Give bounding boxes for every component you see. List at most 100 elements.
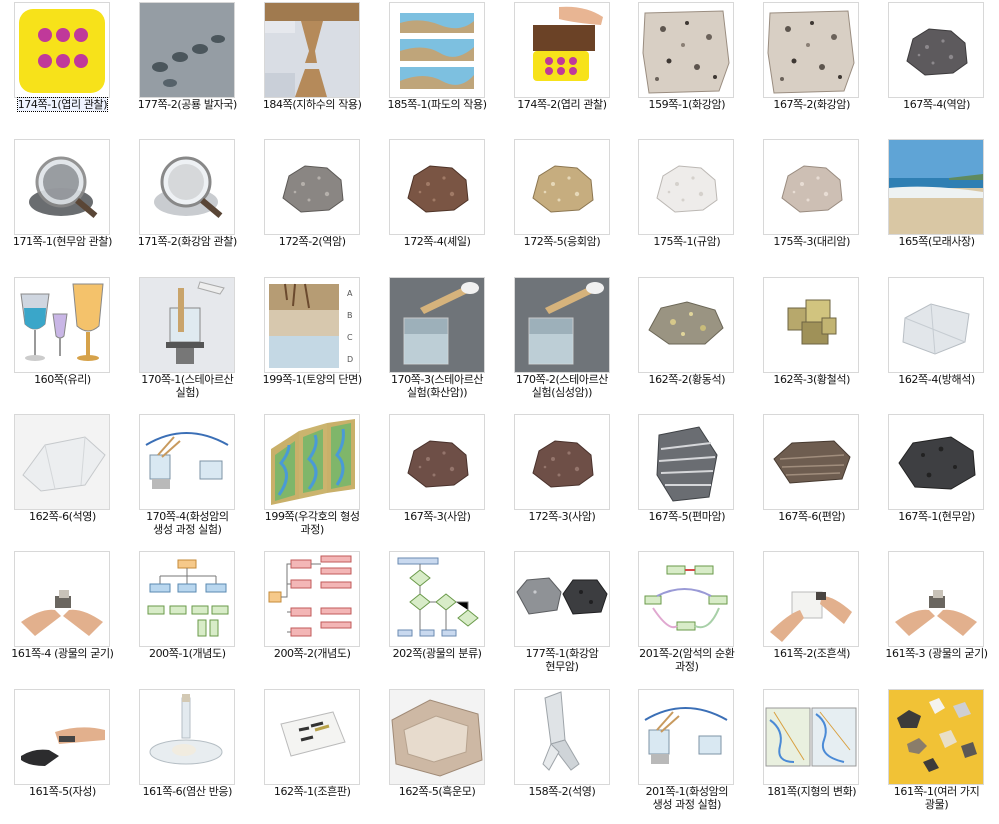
gallery-item[interactable]: 162쪽-1(조흔판) [250,687,375,824]
thumbnail-image[interactable] [763,413,860,510]
gallery-item[interactable]: 170쪽-3(스테아르산 실험(화산암)) [375,275,500,412]
thumbnail-image[interactable] [14,2,110,98]
thumbnail-caption[interactable]: 171쪽-1(현무암 관찰) [0,235,125,248]
gallery-item[interactable]: 175쪽-1(규암) [624,137,749,274]
gallery-item[interactable]: 161쪽-4 (광물의 굳기) [0,549,125,686]
gallery-item[interactable]: 167쪽-3(사암) [375,412,500,549]
gallery-item[interactable]: 161쪽-3 (광물의 굳기) [874,549,999,686]
thumbnail-image[interactable] [388,276,485,373]
thumbnail-image[interactable] [14,688,110,785]
gallery-item[interactable]: 201쪽-2(암석의 순환 과정) [624,549,749,686]
thumbnail-caption[interactable]: 160쪽(유리) [0,373,125,386]
gallery-item[interactable]: 161쪽-2(조흔색) [749,549,874,686]
gallery-item[interactable]: 172쪽-4(셰일) [375,137,500,274]
thumbnail-image[interactable] [388,2,485,98]
thumbnail-caption[interactable]: 199쪽-1(토양의 단면) [250,373,375,386]
thumbnail-caption[interactable]: 162쪽-5(흑운모) [375,785,500,798]
thumbnail-image[interactable] [388,139,485,236]
thumbnail-image[interactable] [888,413,985,510]
thumbnail-caption[interactable]: 158쪽-2(석영) [500,785,625,798]
thumbnail-caption[interactable]: 161쪽-4 (광물의 굳기) [0,647,125,660]
thumbnail-image[interactable] [138,2,235,98]
thumbnail-caption[interactable]: 167쪽-4(역암) [874,98,999,111]
thumbnail-image[interactable] [638,139,735,236]
thumbnail-image[interactable] [888,551,985,648]
gallery-item[interactable]: 175쪽-3(대리암) [749,137,874,274]
thumbnail-caption[interactable]: 170쪽-1(스테아르산 실험) [125,373,250,399]
thumbnail-image[interactable] [14,551,110,648]
gallery-item[interactable]: 162쪽-6(석영) [0,412,125,549]
thumbnail-caption[interactable]: 162쪽-2(황동석) [624,373,749,386]
gallery-item[interactable]: 200쪽-2(개념도) [250,549,375,686]
thumbnail-caption[interactable]: 199쪽(우각호의 형성 과정) [250,510,375,536]
thumbnail-caption[interactable]: 162쪽-4(방해석) [874,373,999,386]
gallery-item[interactable]: 170쪽-1(스테아르산 실험) [125,275,250,412]
thumbnail-caption[interactable]: 172쪽-4(셰일) [375,235,500,248]
gallery-item[interactable]: 167쪽-2(화강암) [749,0,874,137]
thumbnail-image[interactable] [638,688,735,785]
thumbnail-image[interactable] [263,688,360,785]
thumbnail-caption[interactable]: 181쪽(지형의 변화) [749,785,874,798]
thumbnail-image[interactable] [513,276,610,373]
thumbnail-image[interactable] [388,688,485,785]
thumbnail-image[interactable]: A B C D [263,276,360,373]
thumbnail-image[interactable] [513,688,610,785]
gallery-item[interactable]: A B C D 199쪽-1(토양의 단면) [250,275,375,412]
thumbnail-caption[interactable]: 200쪽-1(개념도) [125,647,250,660]
thumbnail-caption[interactable]: 162쪽-1(조흔판) [250,785,375,798]
thumbnail-image[interactable] [763,688,860,785]
thumbnail-caption[interactable]: 185쪽-1(파도의 작용) [375,98,500,111]
gallery-item[interactable]: 181쪽(지형의 변화) [749,687,874,824]
thumbnail-image[interactable] [638,413,735,510]
thumbnail-image[interactable] [138,139,235,236]
thumbnail-caption[interactable]: 177쪽-1(화강암 현무암) [500,647,625,673]
thumbnail-caption[interactable]: 172쪽-3(사암) [500,510,625,523]
thumbnail-caption[interactable]: 167쪽-5(편마암) [624,510,749,523]
thumbnail-image[interactable] [763,276,860,373]
gallery-item[interactable]: 165쪽(모래사장) [874,137,999,274]
thumbnail-caption[interactable]: 177쪽-2(공룡 발자국) [125,98,250,111]
thumbnail-image[interactable] [763,139,860,236]
gallery-item[interactable]: 162쪽-5(흑운모) [375,687,500,824]
thumbnail-image[interactable] [513,551,610,648]
gallery-item[interactable]: 167쪽-6(편암) [749,412,874,549]
thumbnail-caption[interactable]: 161쪽-5(자성) [0,785,125,798]
gallery-item[interactable]: 185쪽-1(파도의 작용) [375,0,500,137]
gallery-item[interactable]: 162쪽-4(방해석) [874,275,999,412]
thumbnail-caption[interactable]: 170쪽-3(스테아르산 실험(화산암)) [375,373,500,399]
thumbnail-image[interactable] [513,413,610,510]
gallery-item[interactable]: 162쪽-3(황철석) [749,275,874,412]
thumbnail-caption[interactable]: 175쪽-3(대리암) [749,235,874,248]
thumbnail-caption[interactable]: 174쪽-1(엽리 관찰) [0,97,125,112]
thumbnail-image[interactable] [513,139,610,236]
gallery-item[interactable]: 172쪽-5(응회암) [500,137,625,274]
thumbnail-caption[interactable]: 200쪽-2(개념도) [250,647,375,660]
thumbnail-image[interactable] [888,276,985,373]
thumbnail-image[interactable] [388,413,485,510]
thumbnail-caption[interactable]: 172쪽-5(응회암) [500,235,625,248]
thumbnail-caption[interactable]: 202쪽(광물의 분류) [375,647,500,660]
thumbnail-image[interactable] [763,2,860,98]
gallery-item[interactable]: 199쪽(우각호의 형성 과정) [250,412,375,549]
thumbnail-caption[interactable]: 165쪽(모래사장) [874,235,999,248]
gallery-item[interactable]: 201쪽-1(화성암의 생성 과정 실험) [624,687,749,824]
thumbnail-caption[interactable]: 167쪽-2(화강암) [749,98,874,111]
gallery-item[interactable]: 171쪽-2(화강암 관찰) [125,137,250,274]
thumbnail-caption[interactable]: 162쪽-3(황철석) [749,373,874,386]
gallery-item[interactable]: 202쪽(광물의 분류) [375,549,500,686]
gallery-item[interactable]: 161쪽-1(여러 가지 광물) [874,687,999,824]
thumbnail-caption[interactable]: 167쪽-1(현무암) [874,510,999,523]
gallery-item[interactable]: 167쪽-1(현무암) [874,412,999,549]
gallery-item[interactable]: 171쪽-1(현무암 관찰) [0,137,125,274]
thumbnail-caption[interactable]: 161쪽-6(염산 반응) [125,785,250,798]
thumbnail-caption[interactable]: 184쪽(지하수의 작용) [250,98,375,111]
gallery-item[interactable]: 184쪽(지하수의 작용) [250,0,375,137]
thumbnail-caption[interactable]: 201쪽-1(화성암의 생성 과정 실험) [624,785,749,811]
thumbnail-image[interactable] [14,139,110,236]
thumbnail-image[interactable] [138,551,235,648]
gallery-item[interactable]: 174쪽-2(엽리 관찰) [500,0,625,137]
thumbnail-image[interactable] [14,276,110,373]
thumbnail-image[interactable] [638,2,735,98]
thumbnail-image[interactable] [263,139,360,236]
gallery-item[interactable]: 174쪽-1(엽리 관찰) [0,0,125,137]
